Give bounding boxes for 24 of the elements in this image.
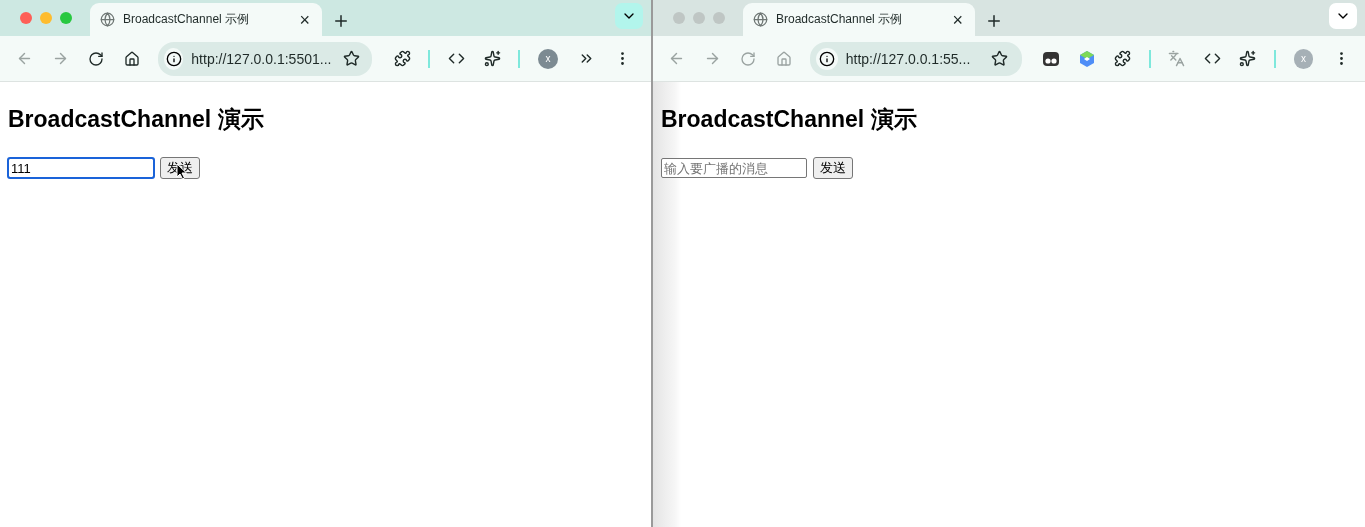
browser-tab[interactable]: BroadcastChannel 示例 ×: [743, 3, 975, 36]
page-heading: BroadcastChannel 演示: [8, 105, 265, 134]
new-tab-icon[interactable]: [985, 12, 1003, 30]
profile-avatar[interactable]: x: [538, 48, 558, 69]
new-tab-icon[interactable]: [332, 12, 350, 30]
page-heading: BroadcastChannel 演示: [661, 105, 918, 134]
address-bar[interactable]: http://127.0.0.1:5501...: [158, 41, 372, 76]
message-input[interactable]: 111: [8, 158, 154, 178]
tab-title: BroadcastChannel 示例: [776, 11, 904, 28]
close-tab-button[interactable]: ×: [950, 10, 965, 29]
info-icon[interactable]: [815, 47, 838, 70]
globe-icon: [100, 12, 115, 27]
close-tab-button[interactable]: ×: [297, 10, 312, 29]
globe-icon: [753, 12, 768, 27]
message-input[interactable]: 输入要广播的消息: [661, 158, 807, 178]
tab-search-button[interactable]: [615, 3, 643, 29]
info-icon[interactable]: [164, 47, 184, 70]
browser-tab[interactable]: BroadcastChannel 示例 ×: [90, 3, 322, 36]
tab-search-button[interactable]: [1329, 3, 1357, 29]
url-text: http://127.0.0.1:5501...: [191, 50, 332, 67]
url-text: http://127.0.0.1:55...: [845, 50, 972, 67]
address-bar[interactable]: http://127.0.0.1:55...: [809, 41, 1022, 76]
send-button[interactable]: 发送: [813, 157, 853, 179]
tab-title: BroadcastChannel 示例: [123, 11, 251, 28]
